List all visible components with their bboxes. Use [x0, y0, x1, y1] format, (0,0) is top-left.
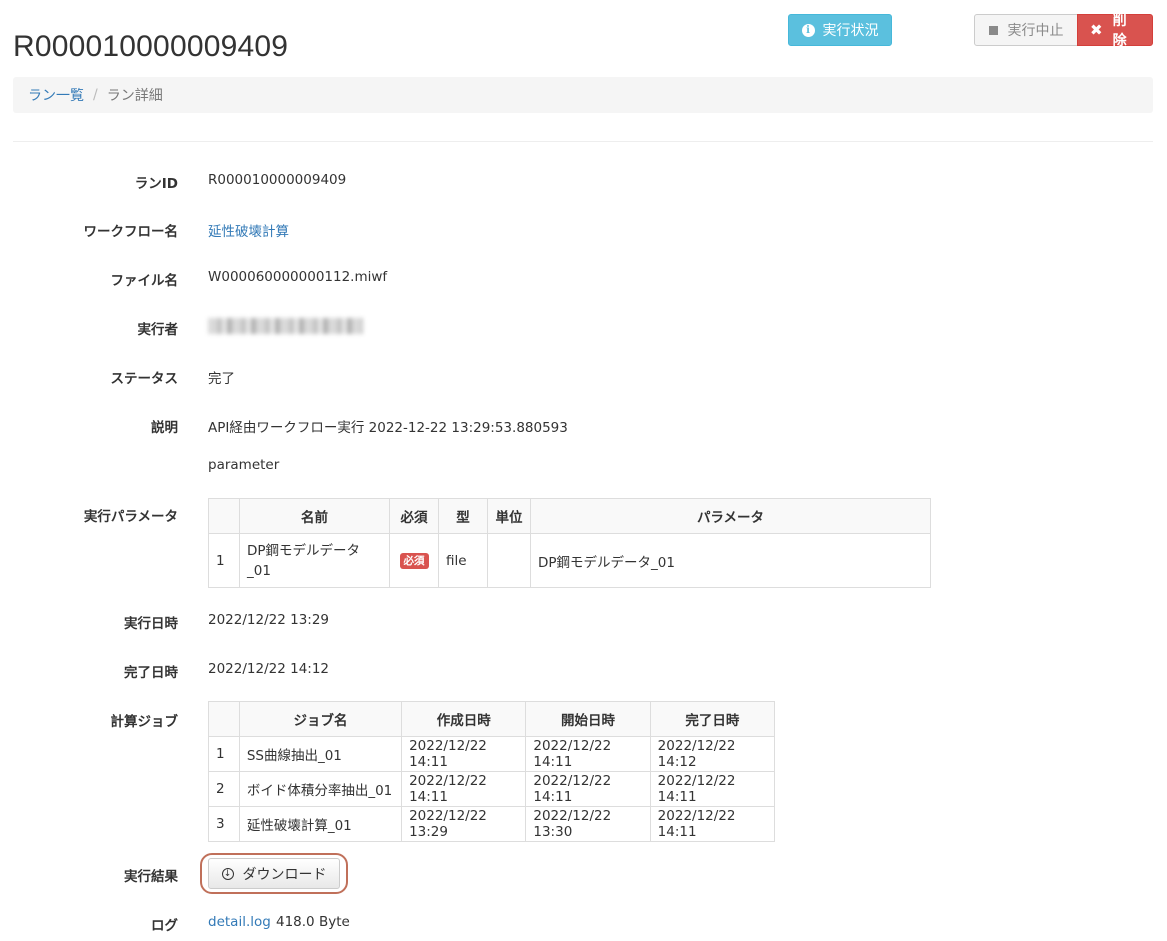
param-unit: [487, 533, 531, 588]
executor-redacted: [208, 318, 363, 334]
job-created: 2022/12/22 14:11: [401, 771, 527, 807]
jobs-header-created: 作成日時: [401, 701, 527, 737]
log-label: ログ: [151, 918, 178, 934]
job-finished: 2022/12/22 14:11: [649, 806, 776, 842]
run-status-label: 実行状況: [822, 23, 879, 39]
job-no: 3: [208, 806, 240, 842]
breadcrumb-separator: /: [93, 87, 98, 103]
delete-button[interactable]: ✖ 削除: [1077, 13, 1153, 49]
status-value: 完了: [208, 371, 235, 387]
jobs-label: 計算ジョブ: [110, 714, 179, 730]
table-row: 2 ボイド体積分率抽出_01 2022/12/22 14:11 2022/12/…: [208, 771, 776, 807]
run-status-button[interactable]: i 実行状況: [788, 14, 892, 46]
job-no: 2: [208, 771, 240, 807]
jobs-header-finished: 完了日時: [649, 701, 776, 737]
info-circle-icon: i: [801, 23, 815, 37]
log-size: 418.0 Byte: [276, 914, 350, 930]
breadcrumb: ラン一覧 / ラン詳細: [13, 77, 1153, 113]
breadcrumb-run-detail: ラン詳細: [106, 88, 163, 104]
job-finished: 2022/12/22 14:12: [649, 736, 776, 772]
jobs-header-started: 開始日時: [525, 701, 651, 737]
table-row: 3 延性破壊計算_01 2022/12/22 13:29 2022/12/22 …: [208, 806, 776, 842]
job-name: SS曲線抽出_01: [238, 736, 403, 772]
params-header-type: 型: [438, 498, 488, 534]
params-label: 実行パラメータ: [83, 509, 178, 525]
breadcrumb-run-list[interactable]: ラン一覧: [28, 85, 84, 105]
job-started: 2022/12/22 13:30: [525, 806, 651, 842]
params-header-unit: 単位: [487, 498, 531, 534]
jobs-table: ジョブ名 作成日時 開始日時 完了日時 1 SS曲線抽出_01 2022/12/…: [208, 701, 776, 842]
stop-run-label: 実行中止: [1007, 23, 1064, 39]
download-circle-icon: ↓: [221, 867, 234, 880]
param-required-cell: 必須: [389, 533, 439, 588]
description-extra: parameter: [208, 457, 280, 473]
jobs-header-no: [208, 701, 240, 737]
job-started: 2022/12/22 14:11: [525, 771, 651, 807]
run-id-label: ランID: [134, 176, 178, 192]
params-header-param: パラメータ: [530, 498, 931, 534]
job-name: ボイド体積分率抽出_01: [238, 771, 403, 807]
params-header-required: 必須: [389, 498, 439, 534]
status-label: ステータス: [110, 371, 179, 387]
param-no: 1: [208, 533, 240, 588]
divider: [13, 141, 1153, 142]
params-header-no: [208, 498, 240, 534]
download-button[interactable]: ↓ ダウンロード: [208, 858, 340, 889]
params-header-name: 名前: [239, 498, 390, 534]
end-value: 2022/12/22 14:12: [208, 661, 330, 677]
start-value: 2022/12/22 13:29: [208, 612, 330, 628]
job-finished: 2022/12/22 14:11: [649, 771, 776, 807]
result-label: 実行結果: [124, 869, 178, 885]
page-title: R000010000009409: [13, 30, 289, 63]
stop-run-button[interactable]: 実行中止: [974, 14, 1078, 46]
params-table: 名前 必須 型 単位 パラメータ 1 DP鋼モデルデータ_01 必須 file …: [208, 498, 931, 588]
run-id-value: R000010000009409: [208, 172, 347, 188]
param-value: DP鋼モデルデータ_01: [530, 533, 931, 588]
workflow-link[interactable]: 延性破壊計算: [208, 220, 289, 240]
executor-label: 実行者: [137, 322, 179, 338]
job-name: 延性破壊計算_01: [238, 806, 403, 842]
jobs-header-name: ジョブ名: [238, 701, 403, 737]
job-created: 2022/12/22 14:11: [401, 736, 527, 772]
job-started: 2022/12/22 14:11: [525, 736, 651, 772]
file-value: W000060000000112.miwf: [208, 269, 388, 285]
start-label: 実行日時: [124, 616, 178, 632]
workflow-label: ワークフロー名: [83, 224, 179, 240]
download-label: ダウンロード: [242, 866, 327, 883]
table-row: 1 DP鋼モデルデータ_01 必須 file DP鋼モデルデータ_01: [208, 533, 931, 588]
job-no: 1: [208, 736, 240, 772]
table-row: 1 SS曲線抽出_01 2022/12/22 14:11 2022/12/22 …: [208, 736, 776, 772]
job-created: 2022/12/22 13:29: [401, 806, 527, 842]
delete-label: 削除: [1112, 13, 1127, 49]
description-value: API経由ワークフロー実行 2022-12-22 13:29:53.880593: [208, 420, 568, 436]
stop-square-icon: [988, 25, 998, 35]
file-label: ファイル名: [110, 273, 179, 289]
end-label: 完了日時: [124, 665, 178, 681]
required-badge: 必須: [399, 552, 429, 570]
close-x-icon: ✖: [1090, 21, 1103, 39]
description-label: 説明: [151, 420, 178, 436]
param-name: DP鋼モデルデータ_01: [239, 533, 390, 588]
param-type: file: [438, 533, 488, 588]
log-link[interactable]: detail.log: [208, 914, 271, 930]
